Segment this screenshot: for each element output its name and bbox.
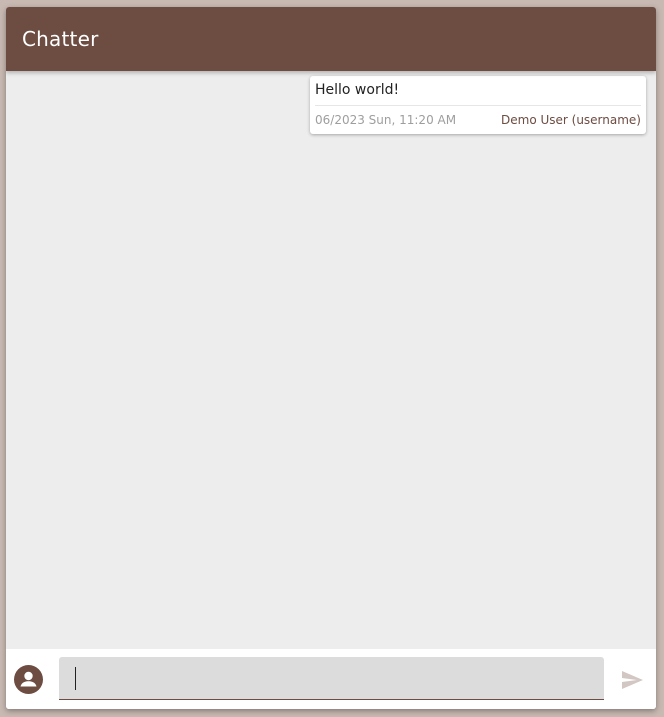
message-timestamp: 06/2023 Sun, 11:20 AM (315, 113, 457, 127)
app-bar: Chatter (6, 7, 656, 71)
message-input-field[interactable] (59, 657, 604, 700)
send-icon (622, 671, 643, 689)
message-list[interactable]: Hello world! 06/2023 Sun, 11:20 AM Demo … (6, 71, 656, 649)
message-input[interactable] (59, 657, 604, 699)
message-author: Demo User (username) (501, 113, 641, 127)
message-card: Hello world! 06/2023 Sun, 11:20 AM Demo … (310, 76, 646, 134)
message-divider (315, 105, 641, 106)
text-caret (75, 667, 76, 690)
account-circle-icon[interactable] (14, 665, 43, 694)
message-text: Hello world! (315, 82, 400, 98)
send-button[interactable] (620, 668, 644, 692)
message-composer (6, 649, 656, 709)
chat-window: Chatter Hello world! 06/2023 Sun, 11:20 … (6, 7, 656, 709)
app-title: Chatter (22, 27, 99, 51)
